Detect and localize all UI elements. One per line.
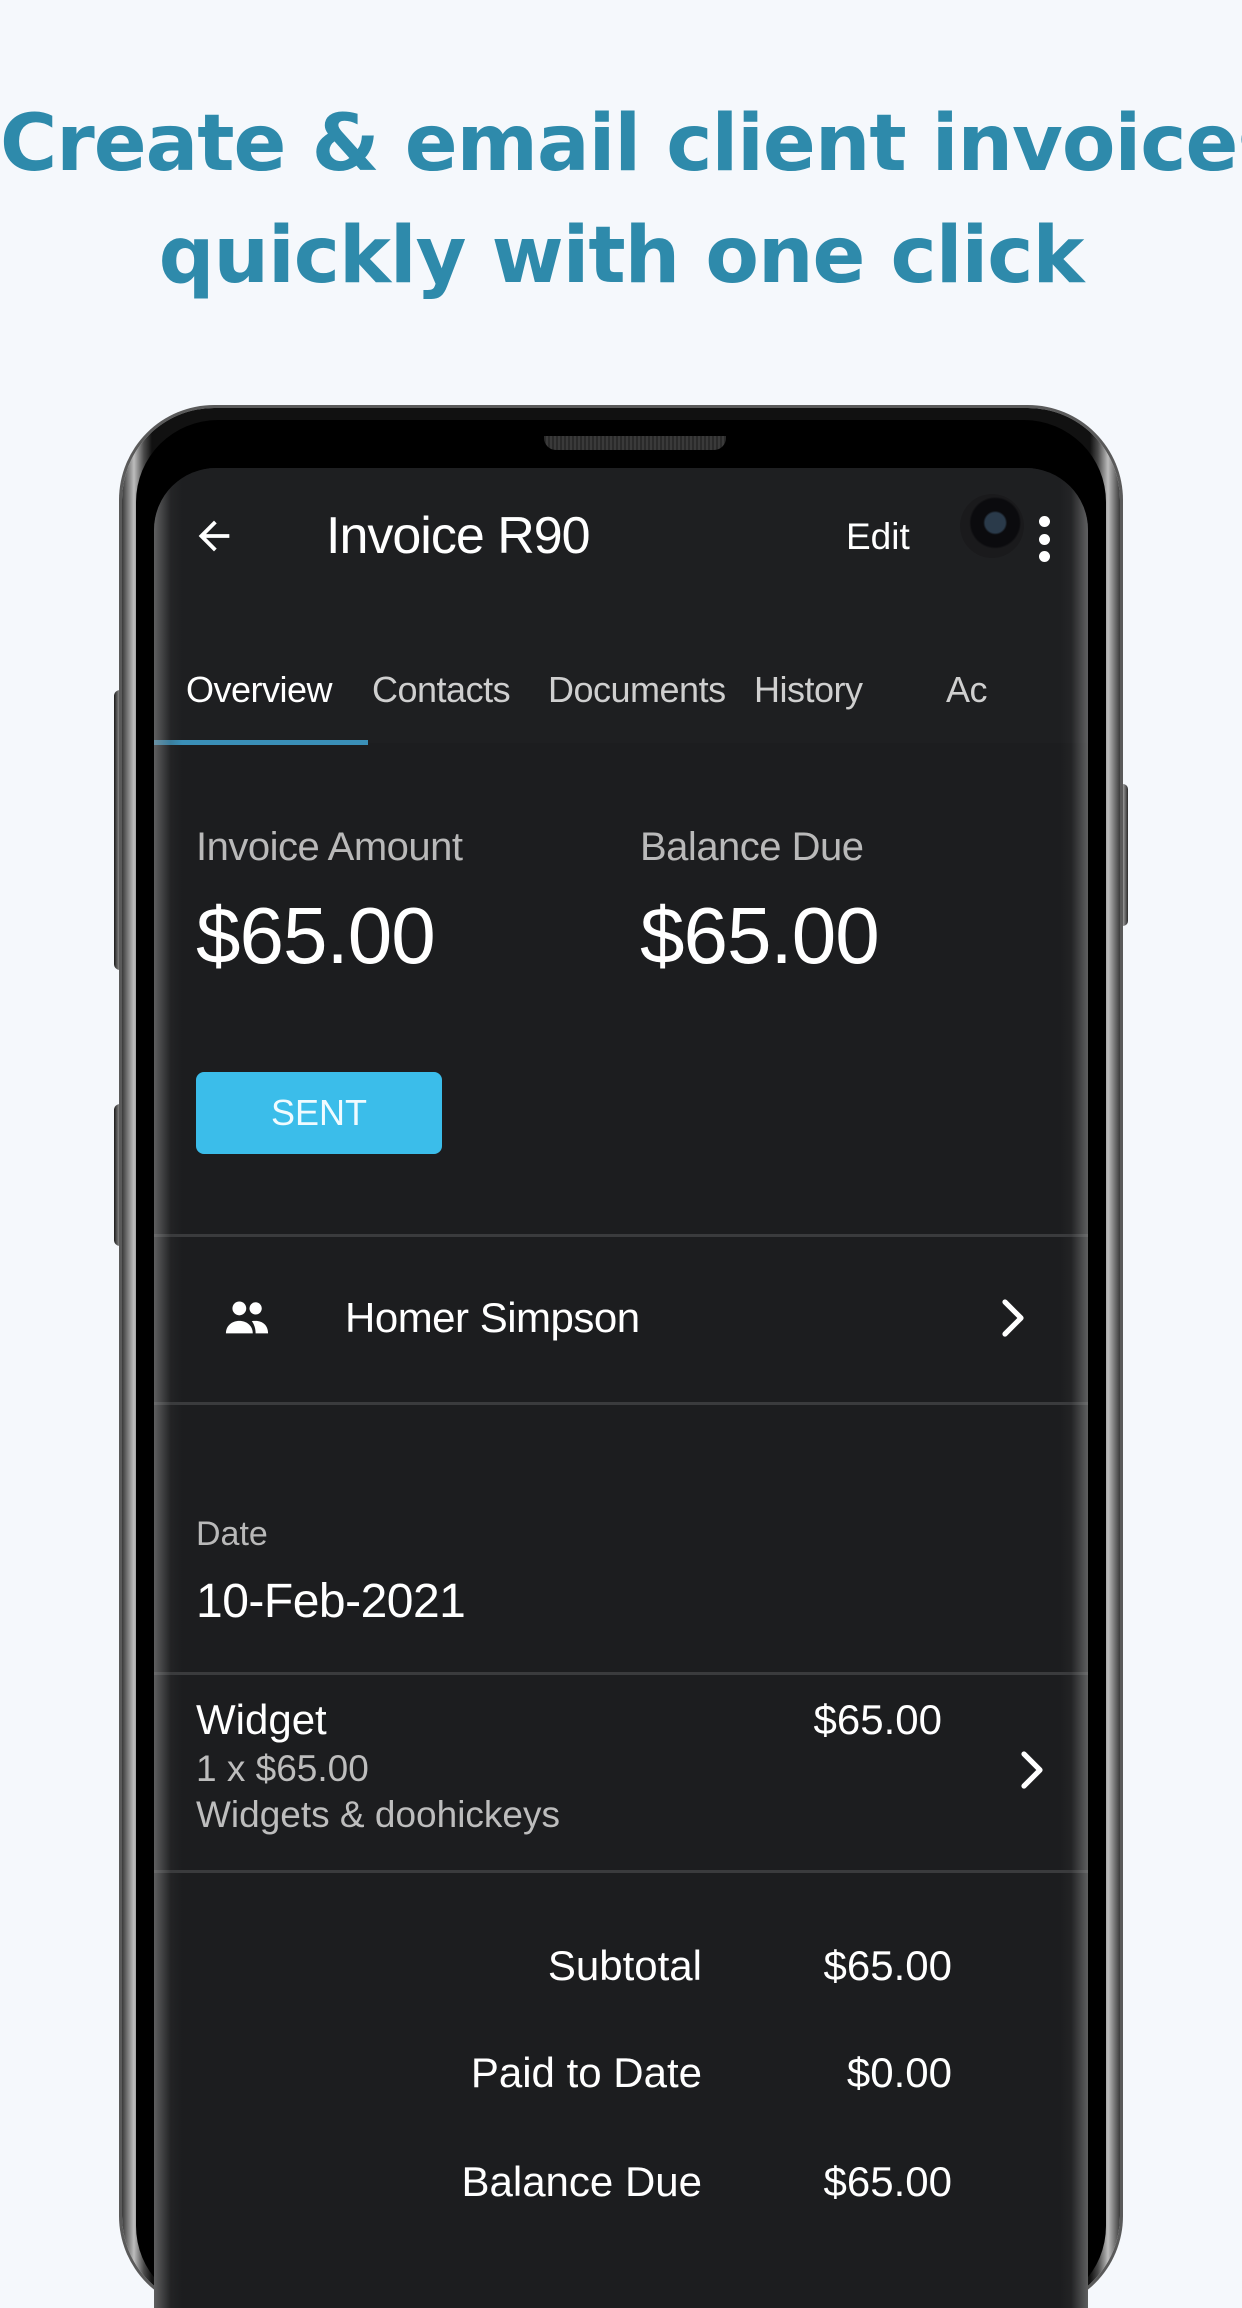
- totals-row-balance-due: Balance Due $65.00: [154, 2152, 1088, 2212]
- paid-to-date-value: $0.00: [846, 2049, 952, 2096]
- date-value: 10-Feb-2021: [196, 1575, 466, 1628]
- line-item-name: Widget: [196, 1696, 327, 1743]
- client-name: Homer Simpson: [345, 1294, 640, 1341]
- balance-due-label: Balance Due: [640, 825, 864, 869]
- status-badge[interactable]: SENT: [196, 1072, 442, 1154]
- edit-button[interactable]: Edit: [846, 512, 910, 562]
- page-title: Invoice R90: [326, 507, 591, 565]
- people-icon: [225, 1301, 269, 1334]
- headline-line-2: quickly with one click: [158, 211, 1085, 301]
- divider: [154, 1402, 1088, 1405]
- balance-due-value: $65.00: [640, 891, 880, 980]
- paid-to-date-label: Paid to Date: [470, 2049, 702, 2096]
- line-item[interactable]: Widget 1 x $65.00 Widgets & doohickeys $…: [154, 1674, 1088, 1870]
- line-item-quantity-price: 1 x $65.00: [196, 1748, 369, 1789]
- balance-due-total-value: $65.00: [823, 2158, 952, 2205]
- client-row[interactable]: Homer Simpson: [154, 1236, 1088, 1400]
- tab-history[interactable]: History: [754, 663, 863, 717]
- chevron-right-icon: [1021, 1751, 1043, 1789]
- invoice-amount-label: Invoice Amount: [196, 825, 463, 869]
- date-label: Date: [196, 1515, 268, 1553]
- phone-frame: Invoice R90 Edit Overview Contacts Docum…: [122, 408, 1120, 2308]
- headline-line-1: Create & email client invoices: [0, 99, 1242, 189]
- chevron-right-icon: [1002, 1299, 1024, 1337]
- tab-contacts[interactable]: Contacts: [372, 663, 511, 717]
- tab-documents[interactable]: Documents: [548, 663, 726, 717]
- totals-row-subtotal: Subtotal $65.00: [154, 1936, 1088, 1996]
- active-tab-indicator: [154, 740, 368, 745]
- app-screen: Invoice R90 Edit Overview Contacts Docum…: [154, 468, 1088, 2308]
- app-bar: Invoice R90 Edit Overview Contacts Docum…: [154, 468, 1088, 745]
- arrow-left-icon: [198, 520, 230, 552]
- phone-bezel: Invoice R90 Edit Overview Contacts Docum…: [136, 420, 1106, 2308]
- balance-due-total-label: Balance Due: [461, 2158, 703, 2205]
- tab-activity[interactable]: Ac: [946, 663, 988, 717]
- line-item-description: Widgets & doohickeys: [196, 1794, 561, 1835]
- tab-overview[interactable]: Overview: [186, 663, 333, 717]
- phone-speaker: [544, 436, 726, 450]
- front-camera: [960, 494, 1024, 558]
- subtotal-label: Subtotal: [547, 1942, 702, 1989]
- back-button[interactable]: [186, 508, 242, 564]
- more-vertical-icon[interactable]: [1029, 512, 1059, 566]
- tab-bar: Overview Contacts Documents History Ac: [154, 663, 1088, 743]
- subtotal-value: $65.00: [823, 1942, 952, 1989]
- totals-row-paid-to-date: Paid to Date $0.00: [154, 2043, 1088, 2103]
- divider: [154, 1870, 1088, 1873]
- invoice-amount-value: $65.00: [196, 891, 436, 980]
- line-item-amount: $65.00: [813, 1696, 942, 1743]
- marketing-headline: Create & email client invoices quickly w…: [0, 88, 1242, 312]
